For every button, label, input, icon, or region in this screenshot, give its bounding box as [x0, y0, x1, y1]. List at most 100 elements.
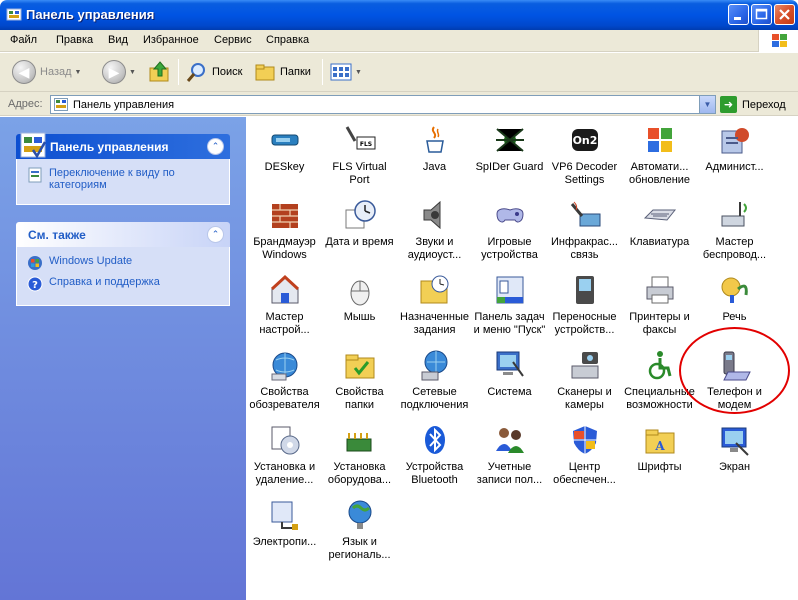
cp-item-user-accounts[interactable]: Учетные записи пол... — [472, 423, 547, 498]
cp-item-label: Устройства Bluetooth — [405, 461, 464, 486]
collapse-button[interactable]: ⌃ — [207, 138, 224, 155]
cp-item-label: Речь — [722, 311, 747, 323]
address-field[interactable]: Панель управления ▼ — [50, 95, 716, 114]
cp-item-accessibility[interactable]: Специальные возможности — [622, 348, 697, 423]
cp-item-fonts[interactable]: A Шрифты — [622, 423, 697, 498]
cp-item-deskey[interactable]: DESkey — [247, 123, 322, 198]
cp-item-scanners-cameras[interactable]: Сканеры и камеры — [547, 348, 622, 423]
cp-item-label: Шрифты — [637, 461, 682, 473]
cp-item-internet-options[interactable]: Свойства обозревателя — [247, 348, 322, 423]
minimize-icon — [734, 17, 741, 20]
cp-item-regional-options[interactable]: Язык и региональ... — [322, 498, 397, 573]
address-label: Адрес: — [8, 98, 43, 110]
cp-item-label: Центр обеспечен... — [553, 461, 616, 486]
cp-item-label: Принтеры и факсы — [629, 311, 690, 336]
go-button[interactable]: ➜ Переход — [720, 95, 786, 114]
gamepad-icon — [495, 208, 524, 223]
menu-help[interactable]: Справка — [266, 34, 309, 46]
infrared-icon — [570, 201, 600, 227]
back-dropdown-icon[interactable]: ▼ — [75, 69, 82, 76]
control-panel-header[interactable]: Панель управления ⌃ — [16, 132, 230, 159]
cp-item-administrative-tools[interactable]: Админист... — [697, 123, 772, 198]
printer-icon — [646, 276, 673, 304]
title-bar[interactable]: Панель управления — [0, 0, 798, 30]
cp-item-date-time[interactable]: Дата и время — [322, 198, 397, 273]
address-bar: Адрес: Панель управления ▼ ➜ Переход — [0, 92, 798, 116]
views-button[interactable]: ▼ — [330, 59, 362, 85]
minimize-button[interactable] — [728, 4, 749, 25]
up-folder-button[interactable] — [148, 59, 172, 85]
cp-item-label: Свойства папки — [335, 386, 384, 411]
cp-item-phone-modem[interactable]: Телефон и модем — [697, 348, 772, 423]
cp-item-display[interactable]: Экран — [697, 423, 772, 498]
cp-item-fls-virtual-port[interactable]: FLS FLS Virtual Port — [322, 123, 397, 198]
folders-button[interactable]: Папки — [254, 59, 311, 85]
cp-item-scheduled-tasks[interactable]: Назначенные задания — [397, 273, 472, 348]
address-dropdown-button[interactable]: ▼ — [699, 96, 715, 113]
back-button[interactable]: ◀ Назад ▼ — [12, 59, 81, 85]
windows-shield-icon — [647, 128, 672, 152]
cp-item-folder-options[interactable]: Свойства папки — [322, 348, 397, 423]
cp-item-wireless-wizard[interactable]: Мастер беспровод... — [697, 198, 772, 273]
cp-item-add-hardware[interactable]: Установка оборудова... — [322, 423, 397, 498]
control-panel-tasks: Панель управления ⌃ Переключение к виду … — [16, 132, 230, 205]
cp-item-java[interactable]: Java — [397, 123, 472, 198]
cp-item-windows-firewall[interactable]: Брандмауэр Windows — [247, 198, 322, 273]
cp-item-infrared[interactable]: Инфракрас... связь — [547, 198, 622, 273]
svg-text:FLS: FLS — [359, 141, 371, 148]
see-also-title: См. также — [28, 228, 86, 242]
cp-item-taskbar-start-menu[interactable]: Панель задач и меню "Пуск" — [472, 273, 547, 348]
cp-item-power-options[interactable]: Электропи... — [247, 498, 322, 573]
cp-item-portable-devices[interactable]: Переносные устройств... — [547, 273, 622, 348]
see-also-body: Windows Update ? Справка и поддержка — [16, 247, 230, 306]
cp-item-printers-faxes[interactable]: Принтеры и факсы — [622, 273, 697, 348]
cp-item-label: Учетные записи пол... — [476, 461, 543, 486]
cp-item-label: Java — [422, 161, 447, 173]
cp-item-vp6-decoder[interactable]: On2 VP6 Decoder Settings — [547, 123, 622, 198]
user-accounts-icon — [495, 428, 524, 453]
control-panel-tasks-body: Переключение к виду по категориям — [16, 159, 230, 205]
cp-item-speech[interactable]: Речь — [697, 273, 772, 348]
help-support-label: Справка и поддержка — [49, 276, 160, 288]
menu-tools[interactable]: Сервис — [214, 34, 252, 46]
system-icon — [496, 351, 524, 377]
cp-item-add-remove-programs[interactable]: Установка и удаление... — [247, 423, 322, 498]
scanner-camera-icon — [571, 352, 598, 379]
forward-button[interactable]: ▶ ▼ — [102, 59, 136, 85]
cp-item-spider-guard[interactable]: SpIDer Guard — [472, 123, 547, 198]
menu-file[interactable]: Файл — [10, 34, 37, 46]
help-support-link[interactable]: ? Справка и поддержка — [27, 276, 219, 292]
collapse-button[interactable]: ⌃ — [207, 226, 224, 243]
menu-favorites[interactable]: Избранное — [143, 34, 199, 46]
windows-update-link[interactable]: Windows Update — [27, 255, 219, 271]
switch-category-view-link[interactable]: Переключение к виду по категориям — [27, 167, 219, 191]
control-panel-items: DESkey FLS FLS Virtual Port Java SpIDer … — [246, 117, 798, 600]
forward-dropdown-icon[interactable]: ▼ — [129, 69, 136, 76]
menu-edit[interactable]: Правка — [56, 34, 93, 46]
search-button[interactable]: Поиск — [186, 59, 242, 85]
go-arrow-icon: ➜ — [720, 96, 737, 113]
cp-item-label: Клавиатура — [629, 236, 690, 248]
maximize-button[interactable] — [751, 4, 772, 25]
cp-item-bluetooth[interactable]: Устройства Bluetooth — [397, 423, 472, 498]
views-dropdown-icon[interactable]: ▼ — [355, 69, 362, 76]
cp-item-network-setup-wizard[interactable]: Мастер настрой... — [247, 273, 322, 348]
toolbar-separator — [322, 59, 323, 85]
close-button[interactable] — [774, 4, 795, 25]
cp-item-mouse[interactable]: Мышь — [322, 273, 397, 348]
back-label: Назад — [40, 66, 72, 78]
cp-item-automatic-updates[interactable]: Автомати... обновление — [622, 123, 697, 198]
cp-item-game-controllers[interactable]: Игровые устройства — [472, 198, 547, 273]
menu-view[interactable]: Вид — [108, 34, 128, 46]
control-panel-title: Панель управления — [50, 140, 169, 154]
cp-item-system[interactable]: Система — [472, 348, 547, 423]
cp-item-keyboard[interactable]: Клавиатура — [622, 198, 697, 273]
cp-item-label: Телефон и модем — [707, 386, 762, 411]
cp-item-security-center[interactable]: Центр обеспечен... — [547, 423, 622, 498]
cp-item-sounds-audio[interactable]: Звуки и аудиоуст... — [397, 198, 472, 273]
see-also-header[interactable]: См. также ⌃ — [16, 222, 230, 247]
window-title: Панель управления — [26, 7, 155, 22]
cp-item-network-connections[interactable]: Сетевые подключения — [397, 348, 472, 423]
cp-item-label: Сканеры и камеры — [557, 386, 612, 411]
scheduled-tasks-icon — [420, 275, 448, 304]
